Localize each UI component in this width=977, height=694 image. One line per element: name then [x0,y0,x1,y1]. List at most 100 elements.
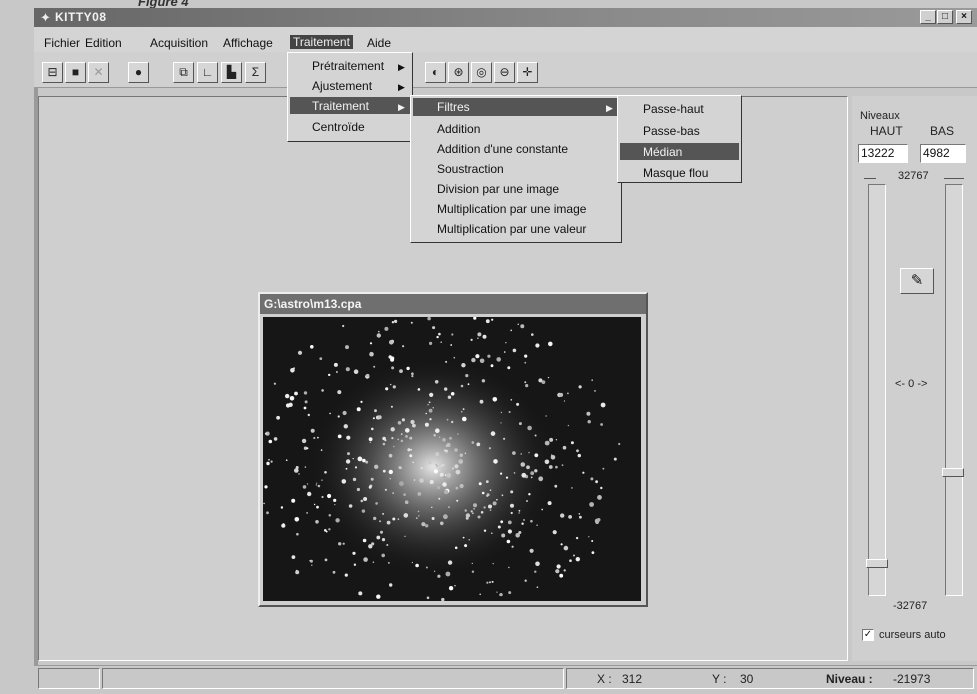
save-icon[interactable]: ■ [65,62,86,83]
star [556,564,561,569]
star [415,563,419,568]
bas-slider-track[interactable] [945,184,963,596]
star [443,449,447,452]
menu-item-addition[interactable]: Addition [437,122,480,136]
star [394,319,398,323]
menu-item-traitement[interactable]: Traitement [312,99,369,113]
star [528,451,530,454]
aperture-icon[interactable]: ⊛ [448,62,469,83]
menu-item-multiplication-valeur[interactable]: Multiplication par une valeur [437,222,586,236]
star [424,422,429,427]
star [548,341,553,347]
star [386,520,391,525]
star [520,462,526,467]
star [505,476,509,479]
star [575,557,580,562]
close-doc-icon[interactable]: ✕ [88,62,109,83]
star [563,569,566,572]
open-icon[interactable]: ⊟ [42,62,63,83]
menu-item-passe-bas[interactable]: Passe-bas [643,124,700,138]
star [345,467,348,470]
star [444,474,447,477]
menu-edition[interactable]: Edition [85,36,122,50]
star [328,514,332,517]
crosshair-icon[interactable]: ✛ [517,62,538,83]
curve-icon[interactable]: ∟ [197,62,218,83]
star [471,357,476,363]
status-cell-2 [102,668,564,689]
sigma-icon[interactable]: Σ [245,62,266,83]
menu-fichier[interactable]: Fichier [44,36,80,50]
star [475,354,480,359]
target-icon[interactable]: ◎ [471,62,492,83]
menu-item-centroide[interactable]: Centroïde [312,120,365,134]
star [451,420,454,424]
star [429,479,434,485]
star [264,485,268,489]
star [425,524,429,528]
star [419,478,424,483]
star-cluster-svg [263,317,641,601]
menu-item-masque-flou[interactable]: Masque flou [643,166,708,180]
pencil-icon[interactable]: ✎ [900,268,934,294]
star [329,412,331,415]
haut-slider-track[interactable] [868,184,886,596]
menu-item-pretraitement[interactable]: Prétraitement [312,59,384,73]
star [447,560,453,565]
bas-input[interactable]: 4982 [920,144,966,163]
minimize-button[interactable]: _ [920,10,936,24]
submenu-arrow-icon: ▶ [398,102,405,112]
menu-traitement[interactable]: Traitement [290,35,353,49]
star [496,591,498,593]
star [427,404,429,406]
menu-item-soustraction[interactable]: Soustraction [437,162,504,176]
star [448,506,450,508]
star [500,472,503,475]
maximize-button[interactable]: □ [937,10,953,24]
star [454,448,458,452]
close-button[interactable]: × [956,10,972,24]
star [391,437,394,440]
star [337,390,342,395]
menu-item-filtres[interactable]: Filtres [437,100,470,114]
copy-icon[interactable]: ⧉ [173,62,194,83]
star [263,502,265,505]
menu-item-ajustement[interactable]: Ajustement [312,79,372,93]
histogram-icon[interactable]: ▙ [221,62,242,83]
menu-item-multiplication-image[interactable]: Multiplication par une image [437,202,586,216]
star [387,561,390,564]
star [464,509,467,512]
menu-item-median[interactable]: Médian [643,145,682,159]
record-icon[interactable]: ● [128,62,149,83]
auto-cursor-checkbox[interactable]: ✓ [862,629,874,641]
star [376,333,381,338]
star [512,348,517,353]
menu-item-addition-constante[interactable]: Addition d'une constante [437,142,568,156]
bas-slider-thumb[interactable] [942,468,964,478]
contrast-icon[interactable]: ◐ [425,62,446,83]
star [389,340,394,345]
star [576,449,579,453]
haut-slider-thumb[interactable] [866,559,888,569]
star [596,518,601,522]
menu-item-passe-haut[interactable]: Passe-haut [643,102,704,116]
star-cluster-image[interactable] [263,317,641,601]
haut-input[interactable]: 13222 [858,144,908,163]
star [526,465,530,470]
minus-circle-icon[interactable]: ⊖ [494,62,515,83]
star [285,459,288,461]
star [510,329,513,332]
star [559,573,564,578]
star [578,513,581,515]
star [446,473,452,478]
menu-aide[interactable]: Aide [367,36,391,50]
menu-item-division-image[interactable]: Division par une image [437,182,559,196]
star [518,531,522,534]
star [348,504,353,508]
menu-acquisition[interactable]: Acquisition [150,36,208,50]
menu-affichage[interactable]: Affichage [223,36,273,50]
star [478,482,482,486]
levels-title: Niveaux [860,110,900,122]
star [270,460,273,463]
star [567,392,569,395]
